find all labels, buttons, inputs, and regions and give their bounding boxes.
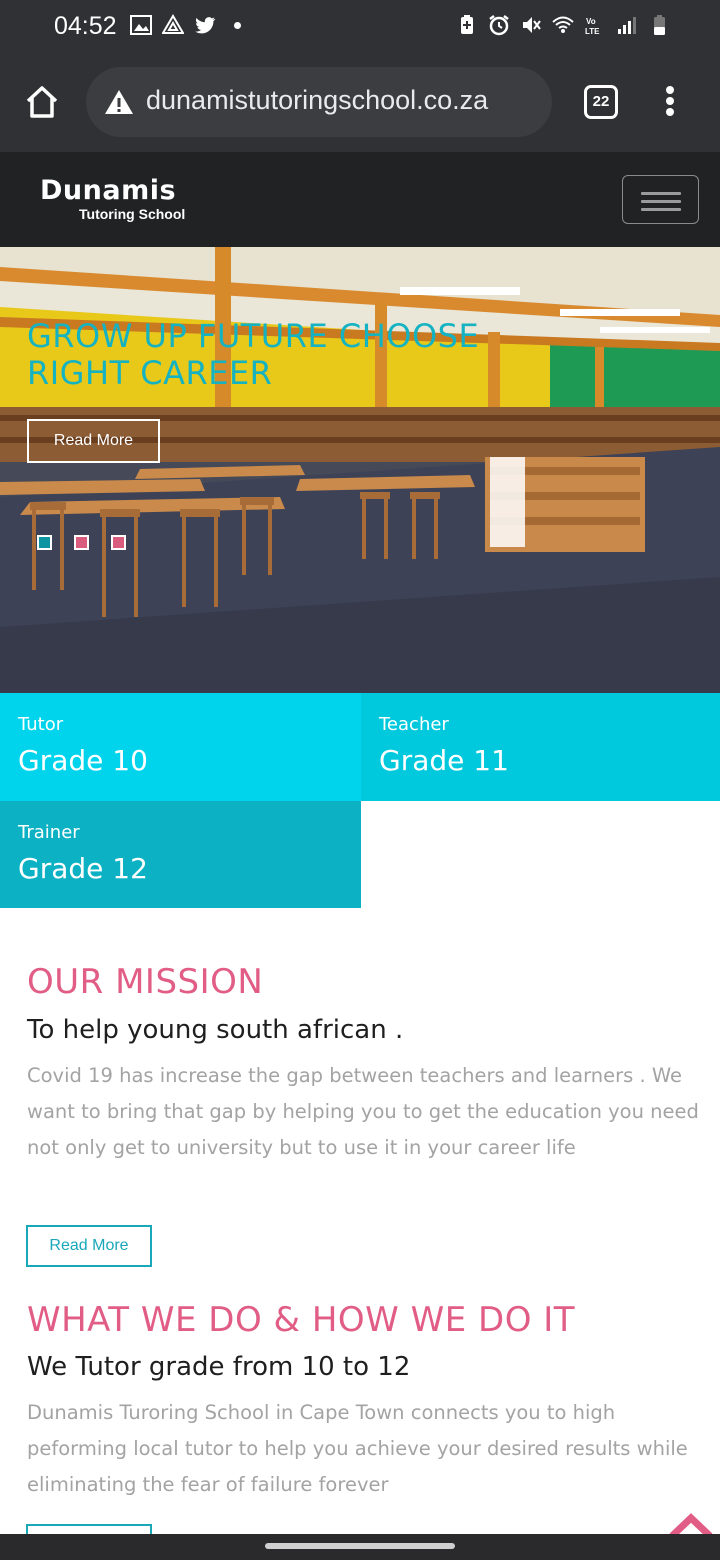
overflow-menu-icon[interactable] <box>664 86 676 120</box>
twitter-icon <box>195 17 216 34</box>
site-navbar: Dunamis Tutoring School <box>0 152 720 247</box>
mute-icon <box>523 17 541 33</box>
url-text[interactable]: dunamistutoringschool.co.za <box>146 85 488 116</box>
battery-saver-icon <box>461 15 473 34</box>
svg-text:Vo: Vo <box>586 17 596 26</box>
signal-icon <box>618 17 636 34</box>
svg-text:LTE: LTE <box>585 27 600 36</box>
carousel-indicators <box>37 535 126 550</box>
mission-read-more-button[interactable]: Read More <box>26 1225 152 1267</box>
hamburger-menu-button[interactable] <box>622 175 699 224</box>
gallery-icon <box>130 15 152 35</box>
tab-switcher-button[interactable]: 22 <box>584 85 618 119</box>
grade-card-11[interactable]: Teacher Grade 11 <box>361 693 720 801</box>
logo-main-text: Dunamis <box>40 175 177 206</box>
alarm-icon <box>489 15 509 36</box>
volte-icon: VoLTE <box>585 17 600 36</box>
what-we-do-button-partial[interactable] <box>26 1524 152 1534</box>
card-value: Grade 11 <box>379 744 509 777</box>
card-value: Grade 12 <box>18 852 148 885</box>
mission-body: Covid 19 has increase the gap between te… <box>27 1064 699 1159</box>
gesture-handle[interactable] <box>265 1543 455 1549</box>
more-notifications-icon <box>234 21 241 29</box>
card-label: Tutor <box>18 714 64 735</box>
card-value: Grade 10 <box>18 744 148 777</box>
notification-icons <box>130 14 241 36</box>
grade-card-10[interactable]: Tutor Grade 10 <box>0 693 361 801</box>
what-we-do-subtitle: We Tutor grade from 10 to 12 <box>27 1352 411 1382</box>
what-we-do-body: Dunamis Turoring School in Cape Town con… <box>27 1401 688 1496</box>
mission-subtitle: To help young south african . <box>27 1015 404 1045</box>
drive-icon <box>162 14 184 34</box>
card-label: Teacher <box>379 714 449 735</box>
status-time: 04:52 <box>54 12 117 40</box>
warning-icon[interactable] <box>104 89 134 115</box>
what-we-do-title: WHAT WE DO & HOW WE DO IT <box>27 1300 576 1340</box>
system-icons: Vo LTE <box>456 14 670 36</box>
carousel-dot-3[interactable] <box>111 535 126 550</box>
browser-toolbar: dunamistutoringschool.co.za 22 <box>0 56 720 152</box>
home-icon[interactable] <box>24 84 60 120</box>
hero-read-more-button[interactable]: Read More <box>27 419 160 463</box>
grade-card-12[interactable]: Trainer Grade 12 <box>0 801 361 908</box>
carousel-dot-1[interactable] <box>37 535 52 550</box>
address-bar[interactable]: dunamistutoringschool.co.za <box>86 67 552 137</box>
library-background-image <box>0 247 720 693</box>
status-bar: 04:52 Vo LTE <box>0 0 720 56</box>
mission-title: OUR MISSION <box>27 962 264 1002</box>
system-navigation-bar <box>0 1534 720 1560</box>
site-logo[interactable]: Dunamis Tutoring School <box>40 175 186 223</box>
hero-carousel: GROW UP FUTURE CHOOSE RIGHT CAREER Read … <box>0 247 720 693</box>
wifi-icon <box>552 16 574 33</box>
hero-title: GROW UP FUTURE CHOOSE RIGHT CAREER <box>27 317 480 392</box>
battery-icon <box>654 15 665 35</box>
carousel-dot-2[interactable] <box>74 535 89 550</box>
card-label: Trainer <box>18 822 80 843</box>
logo-sub-text: Tutoring School <box>79 206 186 222</box>
